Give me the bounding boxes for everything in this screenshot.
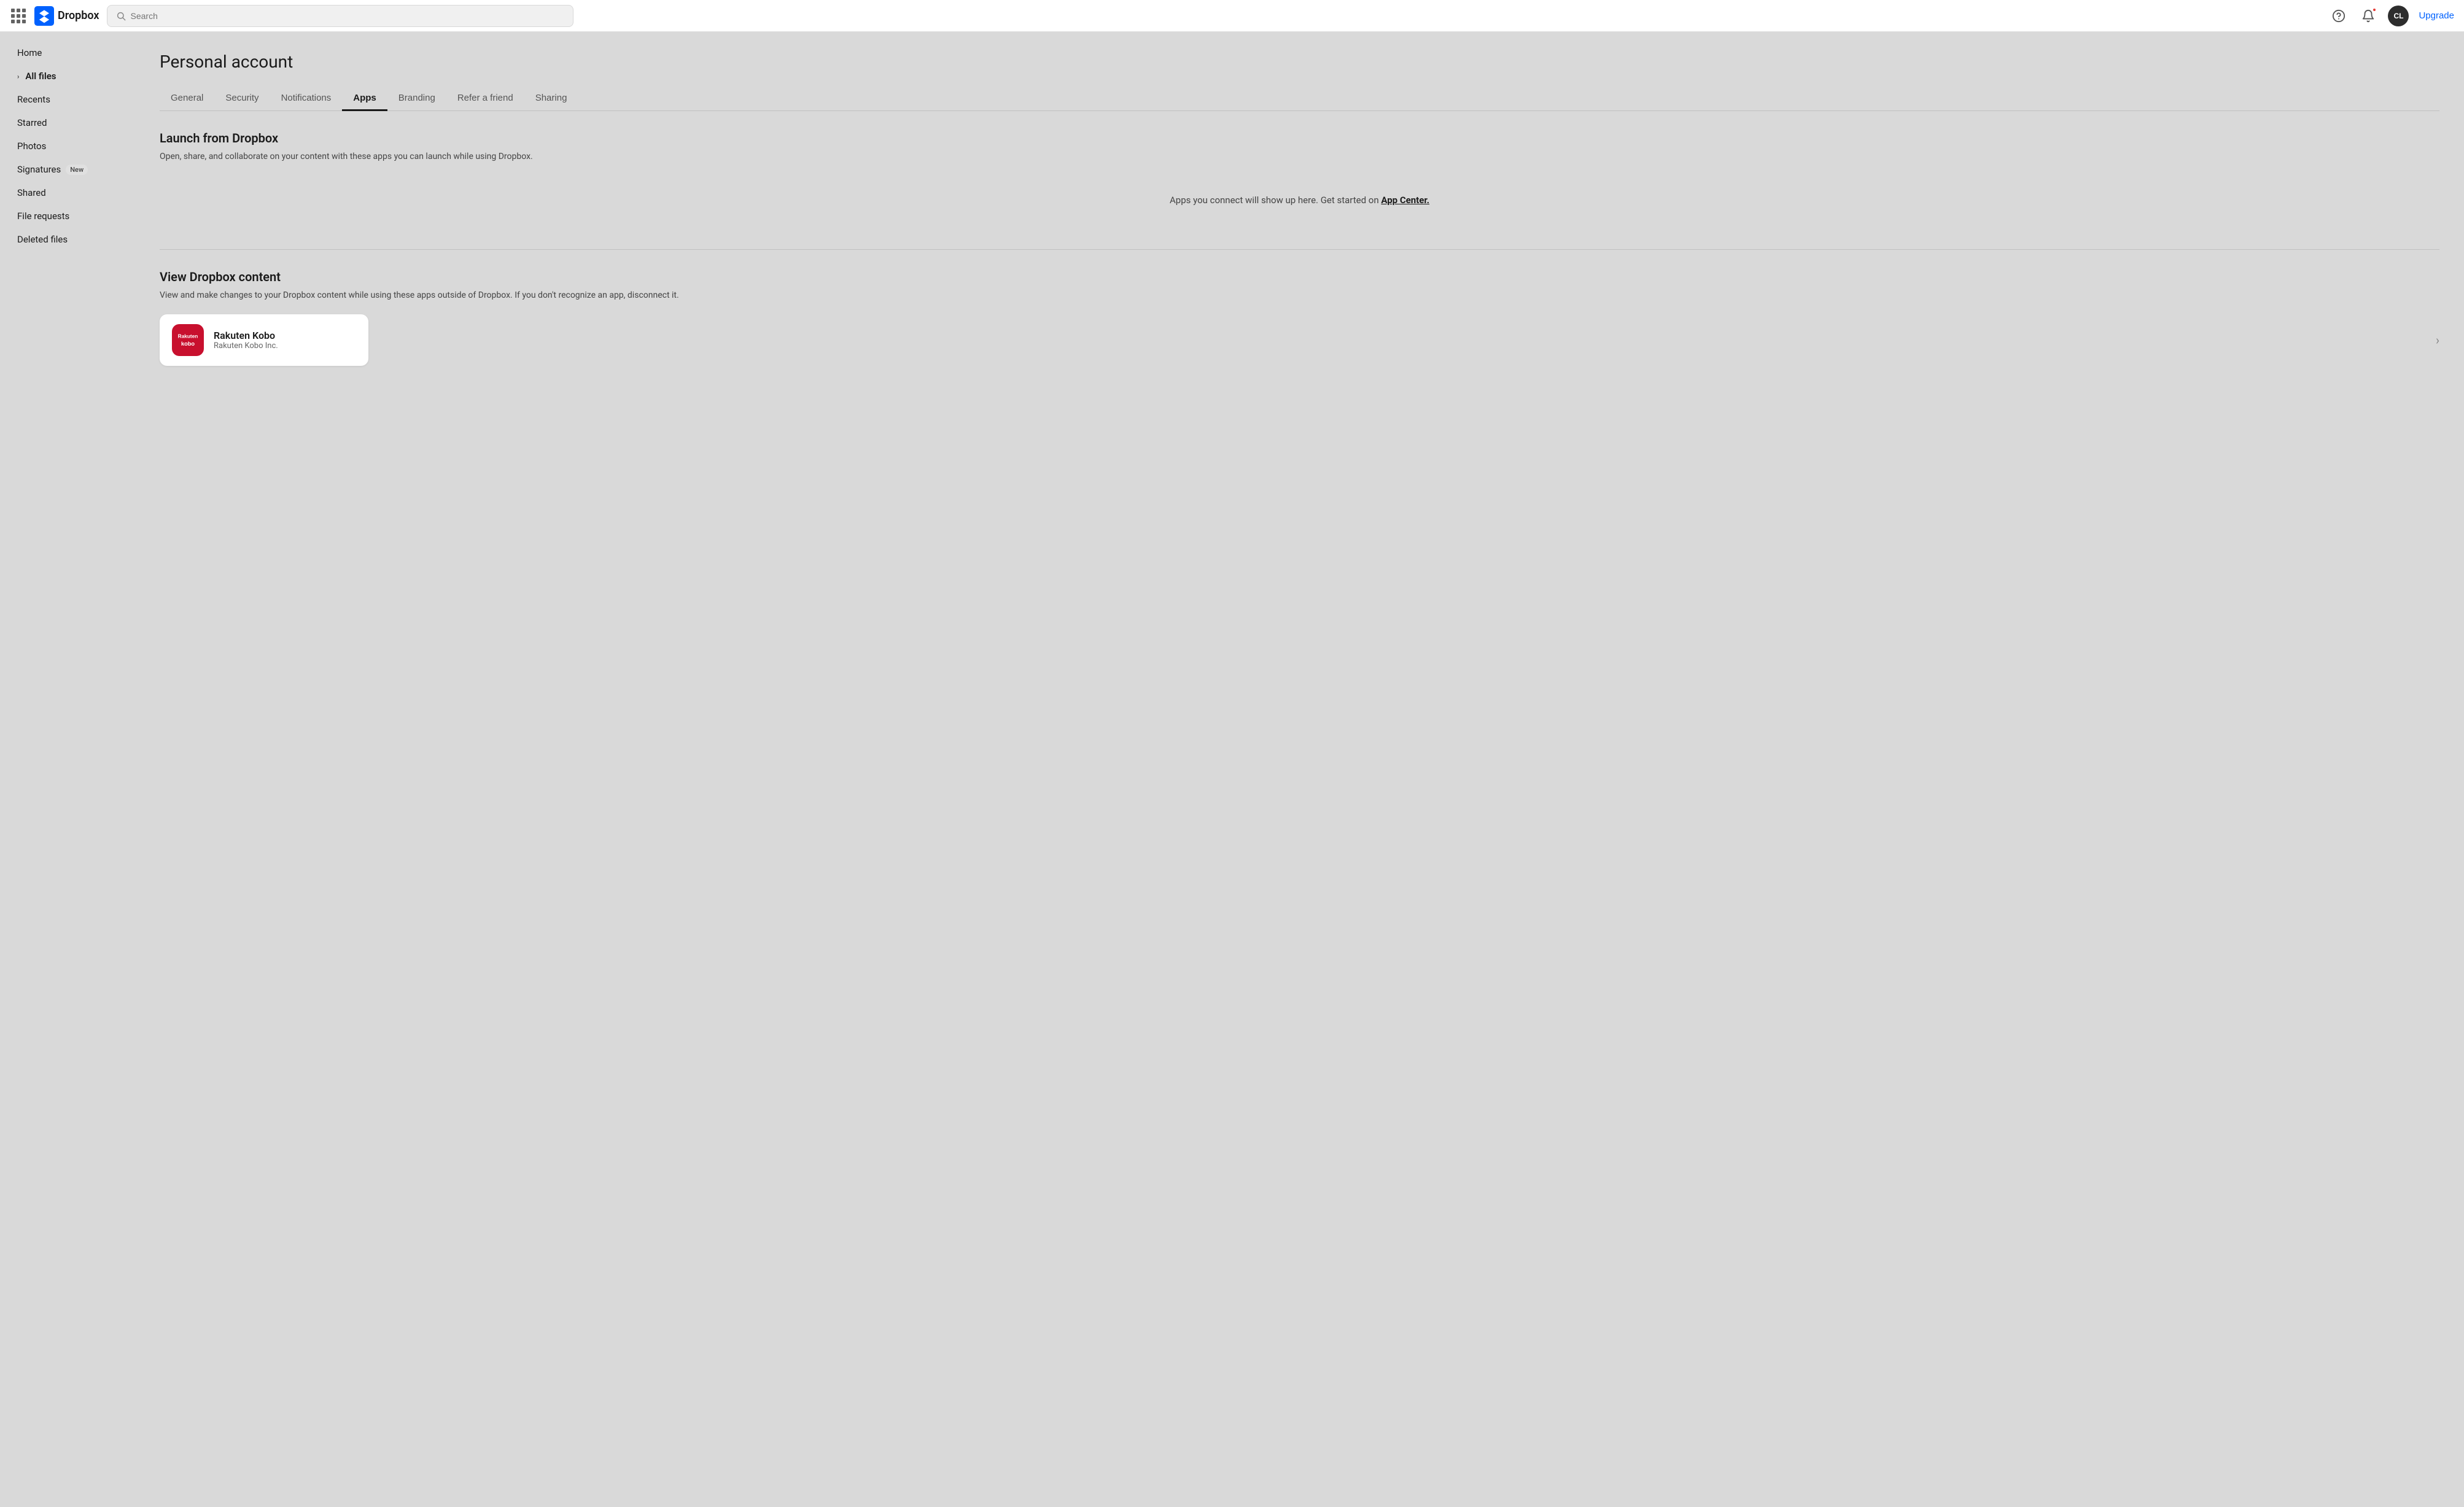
tab-branding[interactable]: Branding xyxy=(387,87,446,111)
svg-text:kobo: kobo xyxy=(181,341,195,347)
grid-menu-button[interactable] xyxy=(10,7,27,25)
help-icon xyxy=(2332,9,2345,23)
svg-text:Rakuten: Rakuten xyxy=(178,333,198,339)
sidebar-item-starred[interactable]: Starred xyxy=(5,112,130,134)
rakuten-kobo-icon: Rakuten kobo xyxy=(172,324,204,356)
notifications-button[interactable] xyxy=(2358,6,2378,26)
empty-text-prefix: Apps you connect will show up here. Get … xyxy=(1170,195,1381,206)
search-input[interactable] xyxy=(131,11,564,21)
help-button[interactable] xyxy=(2329,6,2349,26)
sidebar-item-label: File requests xyxy=(17,211,69,222)
tab-security[interactable]: Security xyxy=(214,87,270,111)
launch-section: Launch from Dropbox Open, share, and col… xyxy=(160,131,2439,225)
sidebar-item-home[interactable]: Home xyxy=(5,42,130,64)
dropbox-logo-icon xyxy=(34,6,54,26)
app-list: Rakuten kobo Rakuten Kobo Rakuten Kobo I… xyxy=(160,314,2439,366)
logo-link[interactable]: Dropbox xyxy=(34,6,99,26)
sidebar-item-label: Photos xyxy=(17,141,46,152)
tab-general[interactable]: General xyxy=(160,87,214,111)
sidebar-item-photos[interactable]: Photos xyxy=(5,135,130,157)
logo-label: Dropbox xyxy=(58,9,99,22)
sidebar-item-label: Recents xyxy=(17,94,50,105)
sidebar-item-signatures[interactable]: Signatures New xyxy=(5,158,130,180)
grid-icon xyxy=(11,9,26,23)
app-company: Rakuten Kobo Inc. xyxy=(214,341,356,351)
sidebar-item-label: Signatures xyxy=(17,164,61,175)
sidebar-item-label: Home xyxy=(17,47,42,58)
launch-empty-state: Apps you connect will show up here. Get … xyxy=(160,176,2439,225)
upgrade-button[interactable]: Upgrade xyxy=(2419,10,2454,21)
rakuten-kobo-card[interactable]: Rakuten kobo Rakuten Kobo Rakuten Kobo I… xyxy=(160,314,368,366)
avatar-button[interactable]: CL xyxy=(2388,6,2409,26)
divider xyxy=(160,249,2439,250)
launch-section-title: Launch from Dropbox xyxy=(160,131,2439,145)
content-area: Personal account GeneralSecurityNotifica… xyxy=(135,32,2464,1507)
page-title: Personal account xyxy=(160,52,2439,72)
sidebar-item-shared[interactable]: Shared xyxy=(5,182,130,204)
search-icon xyxy=(116,11,126,21)
tab-notifications[interactable]: Notifications xyxy=(270,87,343,111)
search-bar xyxy=(107,5,573,27)
topnav: Dropbox CL Upgrade xyxy=(0,0,2464,32)
view-section-desc: View and make changes to your Dropbox co… xyxy=(160,289,2439,302)
sidebar-item-deleted-files[interactable]: Deleted files xyxy=(5,228,130,250)
view-section-title: View Dropbox content xyxy=(160,269,2439,284)
app-center-link[interactable]: App Center. xyxy=(1381,195,1429,206)
topnav-right: CL Upgrade xyxy=(2329,6,2454,26)
app-name: Rakuten Kobo xyxy=(214,330,356,341)
sidebar: Home › All files Recents Starred Photos Signat… xyxy=(0,32,135,1507)
chevron-icon: › xyxy=(17,72,19,80)
sidebar-item-recents[interactable]: Recents xyxy=(5,88,130,110)
launch-section-desc: Open, share, and collaborate on your con… xyxy=(160,150,2439,163)
view-more-arrow-icon[interactable]: › xyxy=(2436,333,2439,347)
sidebar-item-label: All files xyxy=(25,71,56,82)
sidebar-item-all-files[interactable]: › All files xyxy=(5,65,130,87)
tabs: GeneralSecurityNotificationsAppsBranding… xyxy=(160,87,2439,111)
tab-refer-a-friend[interactable]: Refer a friend xyxy=(446,87,524,111)
sidebar-item-label: Shared xyxy=(17,187,46,198)
sidebar-item-label: Starred xyxy=(17,117,47,128)
view-section: View Dropbox content View and make chang… xyxy=(160,269,2439,366)
app-info: Rakuten Kobo Rakuten Kobo Inc. xyxy=(214,330,356,351)
notification-dot xyxy=(2372,7,2377,12)
main-layout: Home › All files Recents Starred Photos Signat… xyxy=(0,32,2464,1507)
rakuten-kobo-logo: Rakuten kobo xyxy=(173,325,203,355)
tab-apps[interactable]: Apps xyxy=(342,87,387,111)
tab-sharing[interactable]: Sharing xyxy=(524,87,578,111)
badge-new: New xyxy=(66,165,88,175)
sidebar-item-label: Deleted files xyxy=(17,234,68,245)
sidebar-item-file-requests[interactable]: File requests xyxy=(5,205,130,227)
